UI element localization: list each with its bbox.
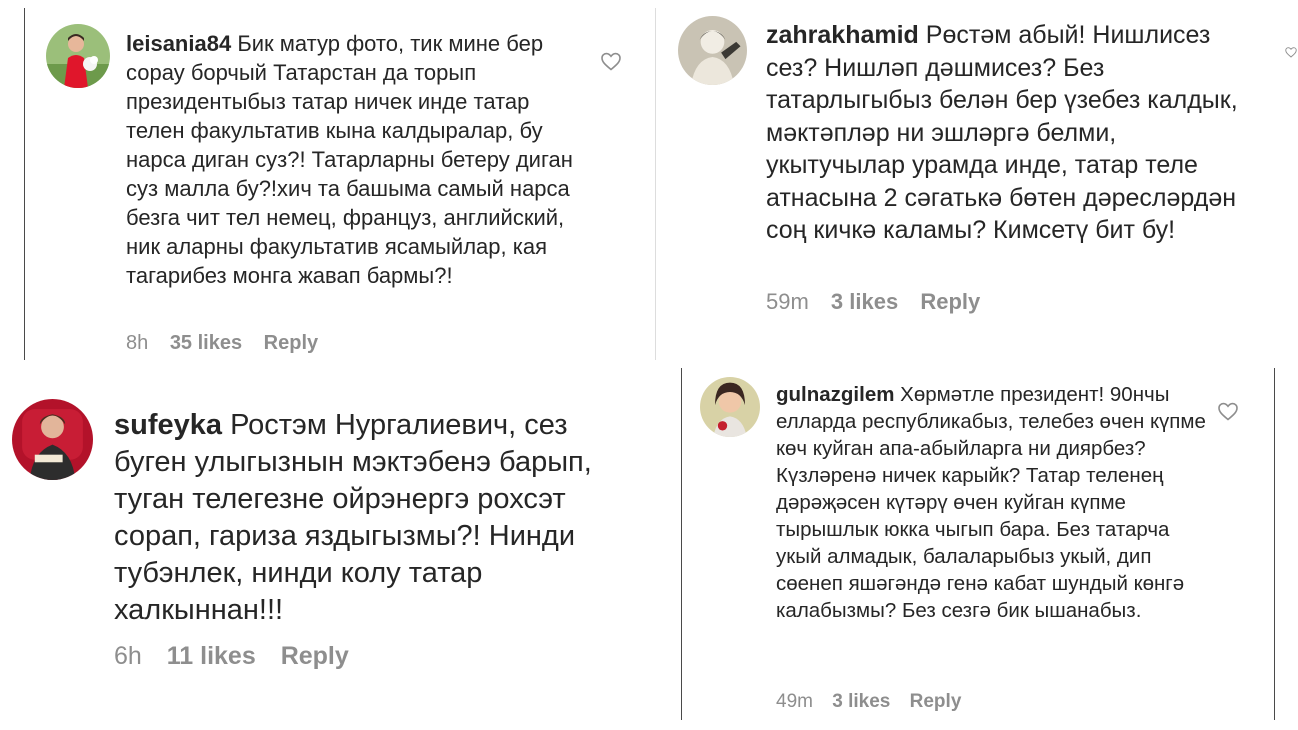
- comment-text: Бик матур фото, тик мине бер сорау борчы…: [126, 31, 573, 288]
- comment-meta: 49m 3 likes Reply: [776, 690, 961, 714]
- comment-body: gulnazgilem Хөрмәтле президент! 90нчы ел…: [776, 381, 1206, 624]
- timestamp[interactable]: 49m: [776, 691, 813, 712]
- comment-sufeyka: sufeyka Ростэм Нургалиевич, сез буген ул…: [0, 370, 676, 730]
- heart-outline-icon[interactable]: [1284, 40, 1298, 64]
- username[interactable]: zahrakhamid: [766, 21, 919, 49]
- timestamp[interactable]: 8h: [126, 332, 148, 354]
- comment-body: sufeyka Ростэм Нургалиевич, сез буген ул…: [114, 407, 644, 629]
- user-avatar-sketch-icon: [678, 16, 747, 85]
- comment-text: Хөрмәтле президент! 90нчы елларда респуб…: [776, 383, 1206, 622]
- heart-outline-icon[interactable]: [599, 49, 623, 73]
- username[interactable]: sufeyka: [114, 409, 222, 441]
- reply-button[interactable]: Reply: [281, 642, 349, 670]
- comment-zahrakhamid: zahrakhamid Рөстәм абый! Нишлисез сез? Н…: [660, 0, 1298, 365]
- comment-body: leisania84 Бик матур фото, тик мине бер …: [126, 29, 576, 290]
- username[interactable]: gulnazgilem: [776, 383, 894, 406]
- timestamp[interactable]: 6h: [114, 642, 142, 670]
- avatar[interactable]: [46, 24, 110, 88]
- heart-outline-icon[interactable]: [1216, 399, 1240, 423]
- likes-count[interactable]: 11 likes: [167, 642, 256, 670]
- likes-count[interactable]: 35 likes: [170, 332, 242, 354]
- comment-meta: 8h 35 likes Reply: [126, 331, 318, 355]
- reply-button[interactable]: Reply: [264, 332, 318, 354]
- likes-count[interactable]: 3 likes: [832, 691, 890, 712]
- divider-middle: [655, 8, 656, 360]
- avatar[interactable]: [678, 16, 747, 85]
- comment-meta: 6h 11 likes Reply: [114, 641, 349, 671]
- username[interactable]: leisania84: [126, 31, 231, 56]
- avatar[interactable]: [700, 377, 760, 437]
- divider-bottom-right: [1274, 368, 1275, 720]
- comment-leisania84: leisania84 Бик матур фото, тик мине бер …: [0, 0, 650, 365]
- comment-text: Ростэм Нургалиевич, сез буген улыгызнын …: [114, 409, 592, 626]
- reply-button[interactable]: Reply: [920, 289, 980, 314]
- reply-button[interactable]: Reply: [910, 691, 962, 712]
- comment-body: zahrakhamid Рөстәм абый! Нишлисез сез? Н…: [766, 19, 1261, 247]
- user-avatar-red-dress-flowers-icon: [46, 24, 110, 88]
- avatar[interactable]: [12, 399, 93, 480]
- likes-count[interactable]: 3 likes: [831, 289, 898, 314]
- comment-gulnazgilem: gulnazgilem Хөрмәтле президент! 90нчы ел…: [682, 370, 1274, 730]
- user-avatar-woman-smiling-icon: [700, 377, 760, 437]
- timestamp[interactable]: 59m: [766, 289, 809, 314]
- comment-text: Рөстәм абый! Нишлисез сез? Нишләп дәшмис…: [766, 21, 1238, 244]
- comment-meta: 59m 3 likes Reply: [766, 289, 980, 315]
- user-avatar-red-chair-icon: [12, 399, 93, 480]
